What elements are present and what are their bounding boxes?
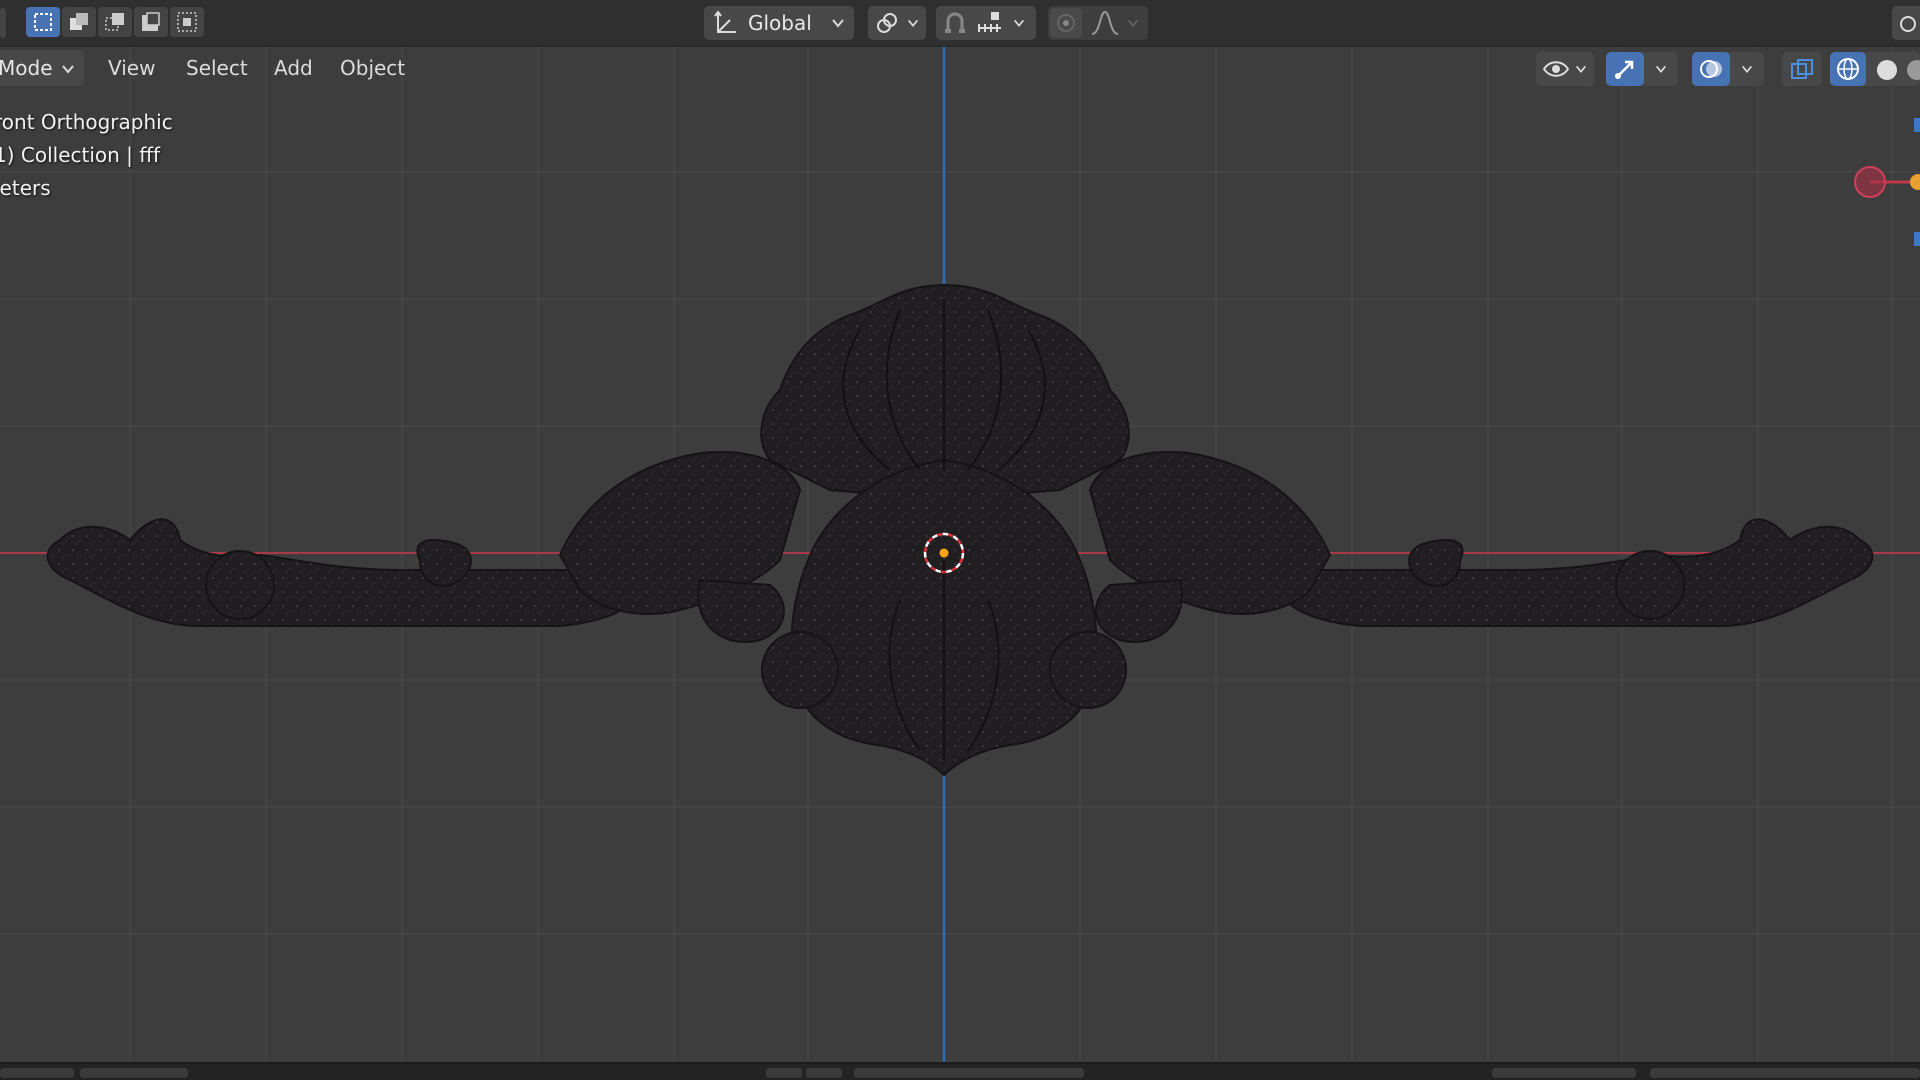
chevron-down-icon	[1575, 65, 1587, 73]
strip-button[interactable]	[80, 1068, 188, 1078]
select-extend-button[interactable]	[62, 7, 96, 37]
menu-object[interactable]: Object	[330, 50, 415, 86]
material-sphere-icon[interactable]	[1904, 57, 1920, 83]
overlays-icon	[1700, 60, 1722, 78]
collection-text: 1) Collection | fff	[0, 143, 161, 167]
tool-header: Global	[0, 0, 1920, 47]
object-visibility-dropdown[interactable]	[1536, 52, 1594, 86]
gizmo-icon	[1615, 60, 1634, 79]
menu-add[interactable]: Add	[264, 50, 323, 86]
proportional-toggle-button[interactable]	[1050, 8, 1082, 38]
chevron-down-icon	[62, 65, 74, 74]
chevron-down-icon[interactable]	[1126, 16, 1140, 30]
snap-group	[936, 6, 1036, 40]
pivot-point-icon	[877, 13, 897, 33]
view-name-text: ront Orthographic	[0, 110, 173, 134]
strip-button[interactable]	[766, 1068, 802, 1078]
pivot-point-dropdown[interactable]	[868, 6, 926, 40]
select-invert-icon	[142, 12, 160, 31]
shading-wireframe-button[interactable]	[1830, 52, 1866, 86]
timeline-header-strip	[0, 1062, 1920, 1080]
strip-button[interactable]	[0, 1068, 74, 1078]
snap-toggle-icon[interactable]	[940, 9, 970, 37]
frame-field[interactable]	[1492, 1068, 1636, 1078]
transform-orientation-label: Global	[748, 11, 812, 35]
mode-label: Mode	[0, 56, 53, 80]
strip-button[interactable]	[806, 1068, 842, 1078]
menu-select[interactable]: Select	[176, 50, 258, 86]
xray-icon	[1791, 59, 1813, 79]
chevron-down-icon[interactable]	[1654, 62, 1668, 76]
transform-orientation-icon	[714, 10, 736, 33]
select-mode-group	[26, 7, 204, 37]
menu-view[interactable]: View	[98, 50, 165, 86]
mode-dropdown[interactable]: Mode	[0, 50, 84, 86]
select-intersect-icon	[177, 12, 197, 32]
viewport-info-overlay: ront Orthographic 1) Collection | fff le…	[0, 106, 173, 205]
falloff-curve-icon[interactable]	[1090, 10, 1120, 36]
gizmo-toggle-group	[1606, 52, 1678, 86]
proportional-editing-group	[1048, 6, 1148, 40]
eye-icon	[1542, 61, 1570, 77]
shading-group	[1830, 52, 1920, 86]
units-text: leters	[0, 176, 51, 200]
select-subtract-icon	[105, 13, 124, 31]
ornament-object[interactable]	[46, 283, 1874, 777]
solid-sphere-icon[interactable]	[1874, 57, 1900, 83]
chevron-down-icon[interactable]	[1740, 62, 1754, 76]
snap-increment-icon[interactable]	[976, 10, 1006, 36]
select-new-button[interactable]	[26, 7, 60, 37]
navigation-gizmo[interactable]	[1854, 118, 1920, 246]
header-edge	[0, 8, 6, 38]
select-new-icon	[34, 13, 52, 31]
chevron-down-icon	[907, 19, 919, 27]
overlays-toggle-group	[1692, 52, 1764, 86]
overlays-toggle-button[interactable]	[1692, 52, 1730, 86]
playback-controls[interactable]	[854, 1068, 1084, 1078]
viewport-header: Mode View Select Add Object	[0, 50, 1920, 86]
chevron-down-icon[interactable]	[1012, 16, 1026, 30]
select-intersect-button[interactable]	[170, 7, 204, 37]
blender-window: Global Mode View Select Add Object ront …	[0, 0, 1920, 1080]
gizmo-toggle-button[interactable]	[1606, 52, 1644, 86]
xray-toggle-button[interactable]	[1782, 52, 1822, 86]
transform-orientation-dropdown[interactable]: Global	[704, 6, 854, 40]
options-button[interactable]	[1892, 6, 1920, 40]
options-icon	[1900, 16, 1916, 32]
wireframe-sphere-icon	[1837, 58, 1859, 80]
select-subtract-button[interactable]	[98, 7, 132, 37]
frame-range-field[interactable]	[1650, 1068, 1920, 1078]
proportional-editing-icon	[1057, 14, 1075, 32]
select-invert-button[interactable]	[134, 7, 168, 37]
chevron-down-icon	[832, 19, 844, 28]
select-extend-icon	[70, 13, 88, 30]
3d-viewport[interactable]	[0, 0, 1920, 1080]
